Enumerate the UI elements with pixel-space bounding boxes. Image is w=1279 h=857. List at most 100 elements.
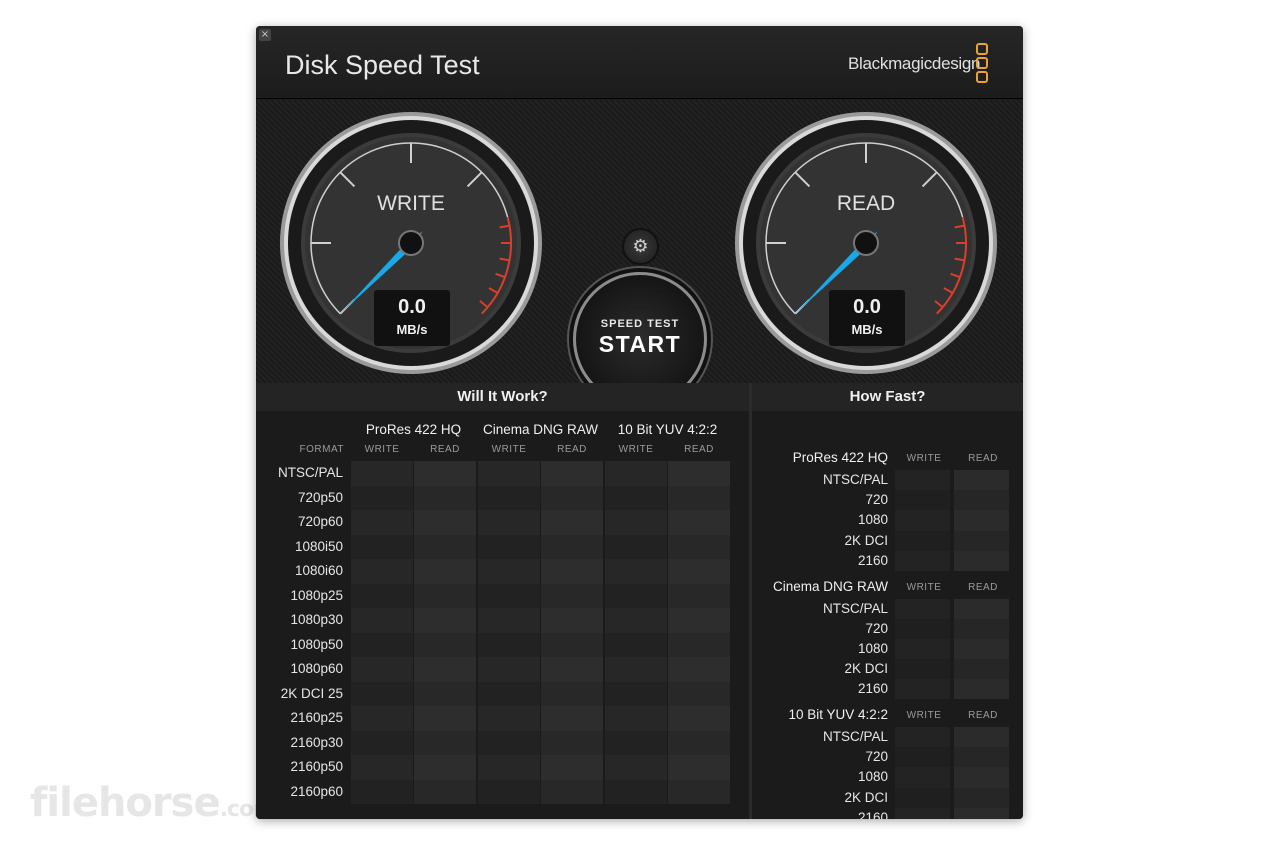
write-gauge-readout: 0.0 MB/s [374, 290, 450, 346]
resolution-row-label: 720 [865, 749, 888, 765]
resolution-row-label: 720 [865, 492, 888, 508]
codec-title: ProRes 422 HQ [365, 422, 462, 437]
how-fast-cell [954, 550, 1009, 571]
how-fast-cell [895, 679, 950, 700]
result-cell [668, 461, 730, 486]
result-cell [605, 706, 667, 731]
result-cell [605, 510, 667, 535]
will-it-work-table: FORMAT ProRes 422 HQ WRITE READ Cinema DNG … [256, 411, 749, 819]
result-cell [668, 706, 730, 731]
result-column [668, 461, 730, 805]
read-column-label: READ [684, 444, 714, 455]
blackmagic-logo-icon [976, 43, 990, 87]
read-column-label: READ [968, 710, 998, 721]
format-row-label: 2160p25 [290, 710, 343, 725]
result-cell [668, 657, 730, 682]
result-column [541, 461, 603, 805]
format-row-label: 2K DCI 25 [280, 685, 343, 701]
result-cell [478, 461, 540, 486]
watermark-text: filehorse [30, 780, 221, 826]
result-cell [541, 559, 603, 584]
how-fast-cell [895, 618, 950, 639]
result-cell [414, 583, 476, 608]
how-fast-cell [954, 530, 1009, 551]
result-cell [351, 461, 413, 486]
result-cell [478, 485, 540, 510]
how-fast-cell [954, 470, 1009, 491]
read-column-label: READ [968, 581, 998, 593]
read-speed-value: 0.0 [853, 296, 881, 318]
result-cell [414, 755, 476, 780]
result-cell [351, 608, 413, 633]
result-cell [668, 779, 730, 804]
result-cell [351, 706, 413, 731]
read-gauge-label: READ [836, 192, 896, 215]
result-cell [414, 657, 476, 682]
how-fast-cell [954, 727, 1009, 748]
write-gauge: WRITE 0.0 MB/s [278, 110, 544, 376]
result-cell [351, 559, 413, 584]
result-cell [668, 559, 730, 584]
format-row-label: 1080i50 [294, 538, 343, 554]
result-cell [414, 510, 476, 535]
how-fast-cell [895, 787, 950, 808]
gauge-hub [398, 230, 424, 256]
result-cell [414, 681, 476, 706]
result-cell [351, 485, 413, 510]
title-bar: Disk Speed Test Blackmagicdesign [256, 26, 1023, 99]
how-fast-cell [954, 490, 1009, 511]
write-gauge-label: WRITE [377, 192, 445, 215]
write-column-label: WRITE [906, 710, 942, 721]
format-row-label: 720p60 [297, 514, 343, 529]
format-row-label: 1080p25 [290, 587, 343, 603]
result-cell [541, 485, 603, 510]
result-cell [541, 779, 603, 804]
result-cell [414, 706, 476, 731]
format-row-label: 1080p30 [290, 612, 343, 627]
result-cell [478, 632, 540, 657]
result-cell [605, 534, 667, 559]
settings-button[interactable]: ⚙ [622, 228, 659, 265]
close-button[interactable]: × [259, 29, 271, 41]
how-fast-table: ProRes 422 HQ WRITE READ NTSC/PAL 720 1080 2K … [752, 411, 1023, 819]
resolution-row-label: 2160 [857, 681, 888, 697]
result-cell [541, 632, 603, 657]
write-column-label: WRITE [906, 581, 942, 593]
result-cell [541, 755, 603, 780]
result-cell [414, 559, 476, 584]
gear-icon: ⚙ [632, 236, 649, 257]
result-cell [541, 534, 603, 559]
result-cell [605, 755, 667, 780]
read-column-label: READ [557, 444, 587, 455]
result-cell [478, 657, 540, 682]
result-cell [351, 755, 413, 780]
result-cell [351, 681, 413, 706]
format-column-label: FORMAT [299, 444, 344, 455]
result-cell [414, 730, 476, 755]
result-cell [478, 510, 540, 535]
how-fast-cell [954, 807, 1009, 819]
how-fast-cell [895, 598, 950, 619]
resolution-row-label: 2160 [857, 809, 888, 819]
result-cell [605, 559, 667, 584]
result-cell [414, 461, 476, 486]
result-cell [478, 534, 540, 559]
result-cell [414, 485, 476, 510]
resolution-row-label: 2K DCI [844, 789, 888, 805]
result-cell [414, 534, 476, 559]
resolution-row-label: NTSC/PAL [822, 600, 888, 616]
resolution-row-label: 1080 [857, 640, 888, 656]
resolution-row-label: NTSC/PAL [822, 729, 888, 744]
result-cell [351, 583, 413, 608]
how-fast-cell [954, 747, 1009, 768]
result-cell [605, 632, 667, 657]
result-column [605, 461, 667, 805]
format-row-label: 1080p50 [290, 636, 343, 652]
resolution-row-label: NTSC/PAL [822, 472, 888, 487]
result-cell [605, 608, 667, 633]
write-column-label: WRITE [491, 444, 527, 455]
how-fast-codec-title: ProRes 422 HQ [792, 450, 888, 465]
how-fast-result-column [954, 470, 1009, 571]
read-column-label: READ [968, 453, 998, 464]
format-row-label: 1080p60 [290, 661, 343, 676]
